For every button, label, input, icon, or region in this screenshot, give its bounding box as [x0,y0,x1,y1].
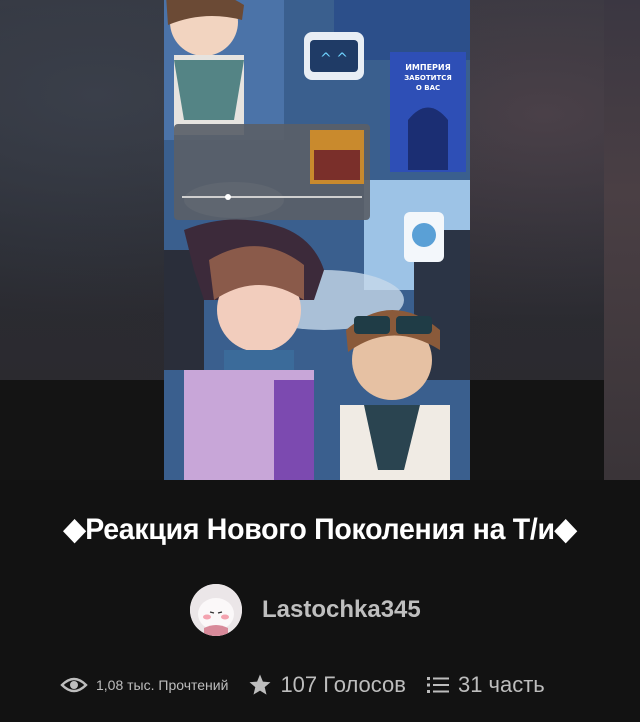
votes-count: 107 Голосов [280,672,406,697]
reads-count: 1,08 тыс. Прочтений [96,677,229,693]
star-icon [248,673,272,697]
author-link[interactable]: Lastochka345 [190,584,421,636]
reads-stat: 1,08 тыс. Прочтений [60,675,228,695]
svg-text:ЗАБОТИТСЯ: ЗАБОТИТСЯ [404,74,452,82]
svg-text:О ВАС: О ВАС [416,84,440,92]
list-icon [426,674,450,696]
votes-stat: 107 Голосов [248,672,406,698]
avatar-image [190,584,242,636]
cover-artwork: ^ ^ ИМПЕРИЯ ЗАБОТИТСЯ О ВАС [164,0,470,480]
svg-text:^ ^: ^ ^ [320,51,348,67]
next-cover-peek[interactable] [604,0,640,480]
book-cover[interactable]: ^ ^ ИМПЕРИЯ ЗАБОТИТСЯ О ВАС [164,0,470,480]
parts-count: 31 часть [457,672,545,697]
parts-stat: 31 часть [426,672,545,698]
author-name[interactable]: Lastochka345 [262,596,421,624]
eye-icon [60,675,88,695]
story-details-page: ^ ^ ИМПЕРИЯ ЗАБОТИТСЯ О ВАС ◆Реакция Нов… [0,0,640,722]
svg-text:ИМПЕРИЯ: ИМПЕРИЯ [405,63,451,72]
story-title: ◆Реакция Нового Поколения на Т/и◆ [63,513,577,546]
story-stats: 1,08 тыс. Прочтений 107 Голосов 31 часть [60,668,545,702]
author-avatar[interactable] [190,584,242,636]
